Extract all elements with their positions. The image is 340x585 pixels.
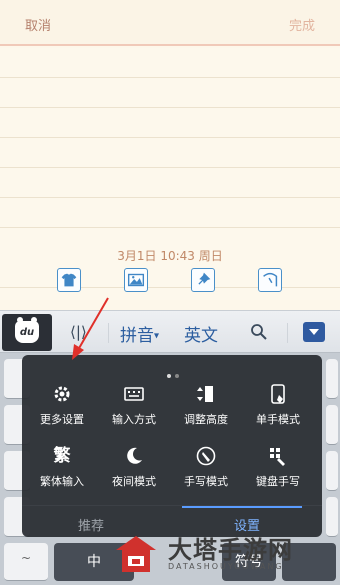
keyboard-icon	[123, 383, 145, 405]
gear-icon	[51, 383, 73, 405]
item-label: 夜间模式	[112, 475, 156, 488]
divider	[108, 323, 109, 343]
input-method-button[interactable]: 输入方式	[98, 383, 170, 427]
tilde-key[interactable]: ~	[4, 543, 48, 581]
watermark-title: 大塔手游网	[168, 536, 293, 564]
shirt-icon[interactable]	[57, 268, 81, 292]
one-hand-mode-button[interactable]: 单手模式	[242, 383, 314, 427]
active-tab-indicator	[182, 506, 302, 508]
divider	[287, 323, 288, 343]
keyboard-handwrite-icon	[267, 445, 289, 467]
one-hand-icon	[267, 383, 289, 405]
note-toolbar	[0, 268, 340, 294]
more-settings-button[interactable]: 更多设置	[26, 383, 98, 427]
moon-icon	[123, 445, 145, 467]
page-dot	[175, 374, 179, 378]
tab-recommend[interactable]: 推荐	[78, 515, 104, 534]
note-header: 取消 完成	[0, 0, 340, 46]
item-label: 单手模式	[256, 413, 300, 426]
clock-icon[interactable]	[258, 268, 282, 292]
height-icon	[195, 383, 217, 405]
item-label: 更多设置	[40, 413, 84, 426]
night-mode-button[interactable]: 夜间模式	[98, 445, 170, 489]
keyboard-key[interactable]	[326, 359, 338, 399]
page-indicator	[165, 363, 181, 382]
adjust-height-button[interactable]: 调整高度	[170, 383, 242, 427]
item-label: 手写模式	[184, 475, 228, 488]
keyboard-key[interactable]	[326, 405, 338, 445]
handwrite-icon	[195, 445, 217, 467]
watermark: 大塔手游网 DATASHOUYOUWANG	[108, 528, 340, 585]
traditional-input-button[interactable]: 繁 繁体输入	[26, 445, 98, 489]
hide-keyboard-icon[interactable]	[303, 322, 325, 342]
keyboard-key[interactable]	[326, 451, 338, 491]
watermark-logo	[116, 536, 156, 572]
item-label: 键盘手写	[256, 475, 300, 488]
cursor-move-icon[interactable]: ⟨|⟩	[70, 323, 87, 341]
page-dot	[167, 374, 171, 378]
done-button[interactable]: 完成	[289, 15, 315, 34]
keyboard-handwriting-button[interactable]: 键盘手写	[242, 445, 314, 489]
cancel-button[interactable]: 取消	[25, 15, 51, 34]
traditional-icon: 繁	[53, 446, 71, 466]
item-label: 调整高度	[184, 413, 228, 426]
settings-popup: 更多设置 输入方式 调整高度 单手模式 繁 繁体输入 夜间模式 手写模式 键盘手…	[22, 355, 322, 537]
caret-down-icon: ▾	[154, 330, 160, 342]
english-mode-button[interactable]: 英文	[184, 321, 218, 346]
handwriting-mode-button[interactable]: 手写模式	[170, 445, 242, 489]
note-date: 3月1日 10:43 周日	[0, 247, 340, 264]
item-label: 输入方式	[112, 413, 156, 426]
search-icon[interactable]	[250, 323, 268, 341]
du-logo-icon: du	[15, 317, 39, 343]
watermark-subtitle: DATASHOUYOUWANG	[168, 562, 284, 571]
item-label: 繁体输入	[40, 475, 84, 488]
pinyin-mode-button[interactable]: 拼音▾	[120, 321, 159, 346]
du-logo-button[interactable]: du	[2, 314, 52, 351]
pin-icon[interactable]	[191, 268, 215, 292]
keyboard-toolbar: du ⟨|⟩ 拼音▾ 英文	[0, 310, 340, 353]
image-icon[interactable]	[124, 268, 148, 292]
